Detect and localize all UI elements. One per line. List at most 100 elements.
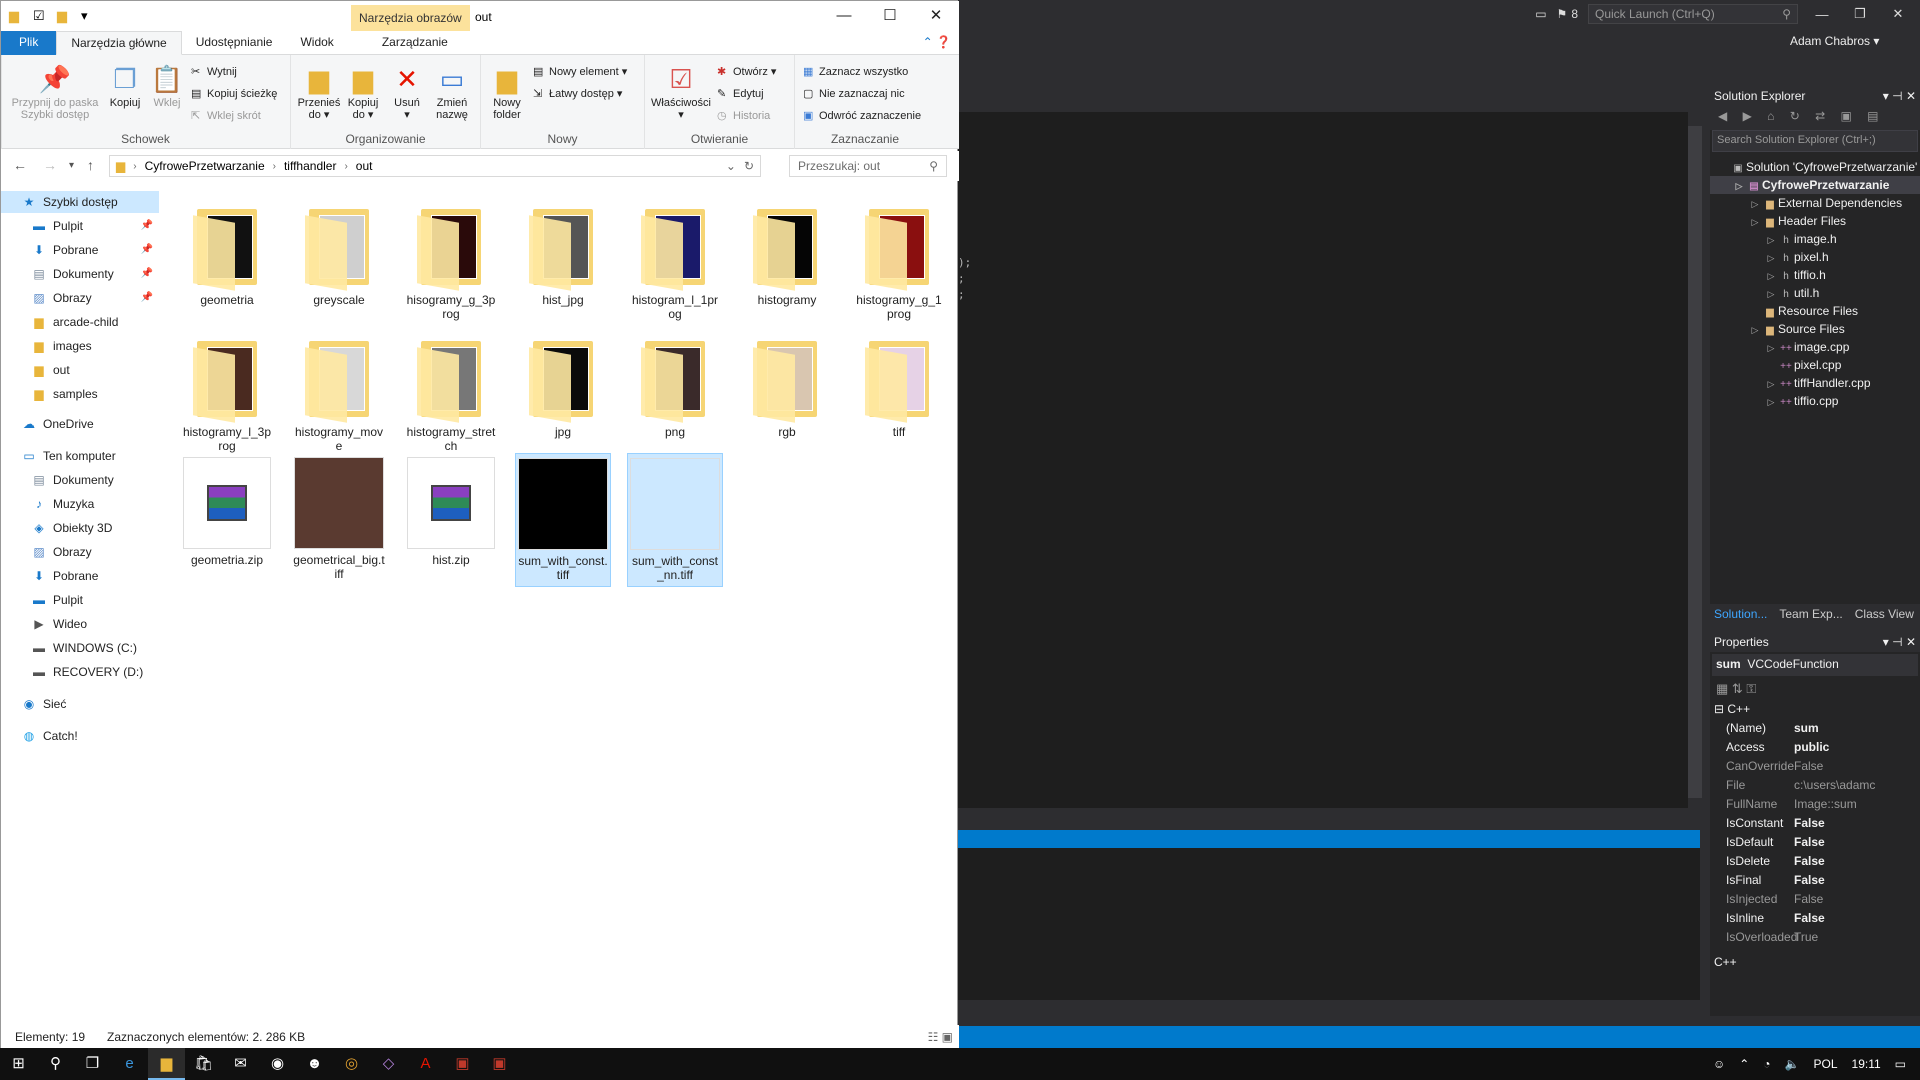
nav-item[interactable]: ◉ Sieć <box>1 693 159 715</box>
paste-button[interactable]: 📋 Wklej <box>147 61 187 109</box>
history-button[interactable]: ◷ Historia <box>717 109 770 122</box>
tree-item[interactable]: ▷ ++ tiffHandler.cpp <box>1710 374 1920 392</box>
minimize-button[interactable]: — <box>821 1 867 31</box>
folder-item[interactable]: rgb <box>739 331 835 443</box>
tree-item[interactable]: ▷ ▆ External Dependencies <box>1710 194 1920 212</box>
expander-icon[interactable]: ▷ <box>1748 195 1762 213</box>
folder-item[interactable]: histogramy_l_3prog <box>179 331 275 457</box>
network-icon[interactable]: ◔ <box>1763 1057 1770 1071</box>
view-toggle-icons[interactable]: ☷ ▣ <box>928 1030 953 1044</box>
nav-item[interactable]: ▨ Obrazy <box>1 541 159 563</box>
move-to-button[interactable]: ▆ Przenieś do ▾ <box>297 61 341 121</box>
expander-icon[interactable]: ▷ <box>1764 285 1778 303</box>
expander-icon[interactable]: ▷ <box>1748 321 1762 339</box>
refresh-icon[interactable]: ↻ <box>744 159 754 173</box>
file-item[interactable]: sum_with_const.tiff <box>515 453 611 587</box>
folder-item[interactable]: histogramy <box>739 199 835 311</box>
maximize-button[interactable]: ☐ <box>867 1 913 31</box>
people-icon[interactable]: ☺ <box>1713 1057 1725 1071</box>
file-item[interactable]: geometrical_big.tiff <box>291 453 387 585</box>
tab-manage[interactable]: Zarządzanie <box>368 31 462 55</box>
nav-item[interactable]: ▆ arcade-child <box>1 311 159 333</box>
editor-scrollbar[interactable] <box>1688 126 1702 798</box>
nav-item[interactable]: ▬ RECOVERY (D:) <box>1 661 159 683</box>
minimize-button[interactable]: — <box>1808 7 1836 22</box>
folder-item[interactable]: histogramy_move <box>291 331 387 457</box>
folder-item[interactable]: png <box>627 331 723 443</box>
property-row[interactable]: FullName Image::sum <box>1710 795 1920 814</box>
start-icon[interactable]: ⊞ <box>0 1048 37 1080</box>
nav-item[interactable]: ♪ Muzyka <box>1 493 159 515</box>
property-row[interactable]: CanOverride False <box>1710 757 1920 776</box>
app3-icon[interactable]: ▣ <box>444 1048 481 1080</box>
customize-quick-access-icon[interactable]: ▾ <box>81 8 97 24</box>
copy-path-button[interactable]: ▤ Kopiuj ścieżkę <box>191 87 277 100</box>
file-item[interactable]: sum_with_const_nn.tiff <box>627 453 723 587</box>
volume-icon[interactable]: 🔈 <box>1785 1057 1800 1071</box>
invert-selection-button[interactable]: ▣ Odwróć zaznaczenie <box>803 109 921 122</box>
tree-item[interactable]: ▷ ▤ CyfrowePrzetwarzanie <box>1710 176 1920 194</box>
property-row[interactable]: IsFinal False <box>1710 871 1920 890</box>
nav-item[interactable]: ▆ images <box>1 335 159 357</box>
app2-icon[interactable]: ☻ <box>296 1048 333 1080</box>
nav-item[interactable]: ▤ Dokumenty <box>1 469 159 491</box>
folder-item[interactable]: histogramy_g_1prog <box>851 199 947 325</box>
folder-item[interactable]: histogramy_stretch <box>403 331 499 457</box>
expander-icon[interactable]: ▷ <box>1764 375 1778 393</box>
feedback-icon[interactable]: ▭ <box>1535 7 1546 21</box>
pin-quick-access-button[interactable]: 📌 Przypnij do paska Szybki dostęp <box>7 61 103 121</box>
property-row[interactable]: IsInline False <box>1710 909 1920 928</box>
tab-class-view[interactable]: Class View <box>1855 607 1914 623</box>
nav-item[interactable]: ☁ OneDrive <box>1 413 159 435</box>
property-row[interactable]: IsInjected False <box>1710 890 1920 909</box>
mail-icon[interactable]: ✉ <box>222 1048 259 1080</box>
app-icon[interactable]: ◉ <box>259 1048 296 1080</box>
nav-item[interactable]: ▤ Dokumenty 📌 <box>1 263 159 285</box>
notification-center-icon[interactable]: ▭ <box>1895 1057 1906 1071</box>
file-item[interactable]: hist.zip <box>403 453 499 571</box>
tray-chevron-icon[interactable]: ⌃ <box>1739 1057 1749 1071</box>
edge-icon[interactable]: e <box>111 1048 148 1080</box>
open-button[interactable]: ✱ Otwórz ▾ <box>717 65 776 78</box>
rename-button[interactable]: ▭ Zmień nazwę <box>429 61 475 121</box>
tab-view[interactable]: Widok <box>286 31 347 55</box>
tree-item[interactable]: ▷ ++ tiffio.cpp <box>1710 392 1920 410</box>
expander-icon[interactable]: ▷ <box>1764 249 1778 267</box>
property-row[interactable]: IsOverloaded True <box>1710 928 1920 947</box>
tree-item[interactable]: ▷ ▆ Source Files <box>1710 320 1920 338</box>
expander-icon[interactable]: ▷ <box>1764 339 1778 357</box>
recent-icon[interactable]: ▾ <box>69 160 74 171</box>
property-row[interactable]: File c:\users\adamc <box>1710 776 1920 795</box>
notifications[interactable]: ⚑ 8 <box>1557 7 1578 21</box>
properties-icon[interactable]: ☑ <box>33 8 49 24</box>
tree-item[interactable]: ▷ ++ image.cpp <box>1710 338 1920 356</box>
new-folder-icon[interactable]: ▆ <box>57 8 73 24</box>
nav-item[interactable]: ◈ Obiekty 3D <box>1 517 159 539</box>
folder-item[interactable]: jpg <box>515 331 611 443</box>
tree-item[interactable]: ++ pixel.cpp <box>1710 356 1920 374</box>
nav-item[interactable]: ⬇ Pobrane 📌 <box>1 239 159 261</box>
nav-item[interactable]: ▶ Wideo <box>1 613 159 635</box>
expander-icon[interactable]: ▷ <box>1732 177 1746 195</box>
property-row[interactable]: IsDefault False <box>1710 833 1920 852</box>
folder-item[interactable]: hisogramy_g_3prog <box>403 199 499 325</box>
nav-item[interactable]: ▬ Pulpit 📌 <box>1 215 159 237</box>
tree-item[interactable]: ▷ h pixel.h <box>1710 248 1920 266</box>
tree-item[interactable]: ▷ ▆ Header Files <box>1710 212 1920 230</box>
tab-solution[interactable]: Solution... <box>1714 607 1767 623</box>
properties-category[interactable]: ⊟ C++ <box>1710 700 1920 719</box>
task-view-icon[interactable]: ❐ <box>74 1048 111 1080</box>
edit-button[interactable]: ✎ Edytuj <box>717 87 764 100</box>
properties-button[interactable]: ☑ Właściwości ▾ <box>649 61 713 121</box>
tab-team-explorer[interactable]: Team Exp... <box>1779 607 1842 623</box>
vs-user-name[interactable]: Adam Chabros ▾ <box>1790 34 1879 48</box>
folder-item[interactable]: tiff <box>851 331 947 443</box>
delete-button[interactable]: ✕ Usuń ▾ <box>387 61 427 121</box>
back-icon[interactable]: ← <box>13 157 27 173</box>
address-bar[interactable]: ▆ › CyfrowePrzetwarzanie › tiffhandler ›… <box>109 155 761 177</box>
properties-object-select[interactable]: sum VCCodeFunction <box>1712 654 1918 676</box>
tab-share[interactable]: Udostępnianie <box>182 31 287 55</box>
quick-launch-input[interactable]: Quick Launch (Ctrl+Q) ⚲ <box>1588 4 1798 24</box>
close-button[interactable]: ✕ <box>1884 6 1912 22</box>
new-folder-button[interactable]: ▆ Nowy folder <box>487 61 527 121</box>
